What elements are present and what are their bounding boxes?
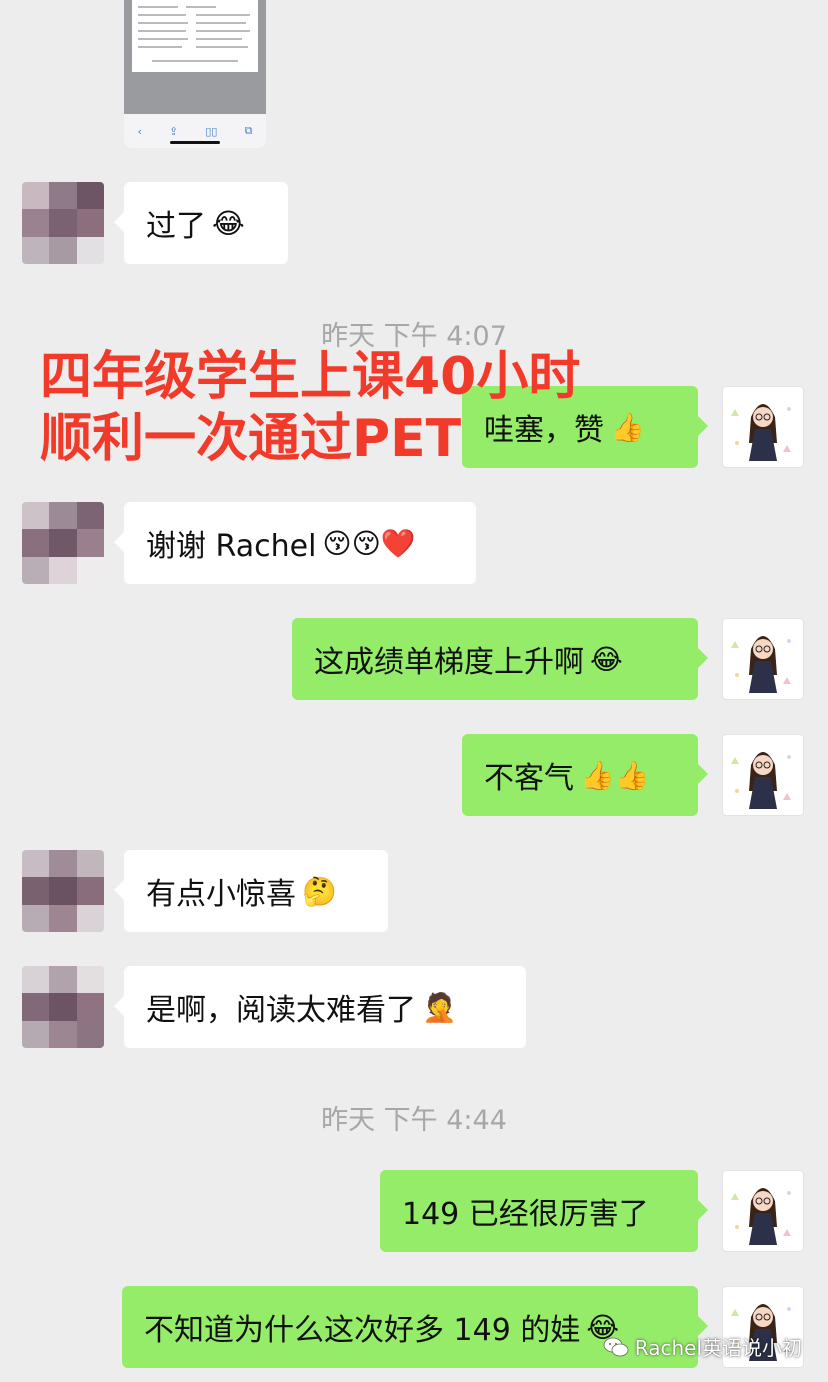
thumbs-up-emoji-icon: 👍 — [610, 410, 645, 444]
girl-avatar-icon — [731, 404, 791, 461]
contact-avatar[interactable] — [22, 182, 104, 264]
message-text: 是啊，阅读太难看了 — [146, 993, 416, 1028]
my-avatar[interactable] — [722, 1170, 804, 1252]
overlay-line-2: 顺利一次通过PET — [40, 409, 462, 469]
kissing-heart-emoji-icon: 😚😚❤️ — [322, 526, 416, 560]
message-text: 不客气 — [484, 761, 574, 796]
message-bubble[interactable]: 不客气 👍👍 — [462, 734, 708, 816]
facepalm-emoji-icon: 🤦 — [422, 990, 457, 1024]
message-text: 有点小惊喜 — [146, 877, 296, 912]
watermark: Rachel英语说小初 — [603, 1332, 802, 1361]
watermark-text: Rachel英语说小初 — [634, 1336, 802, 1360]
message-text: 这成绩单梯度上升啊 — [314, 645, 584, 680]
overlay-caption: 四年级学生上课40小时 顺利一次通过PET — [40, 346, 580, 470]
message-text: 过了 — [146, 209, 206, 244]
girl-avatar-icon — [731, 752, 791, 809]
contact-avatar[interactable] — [22, 850, 104, 932]
message-bubble[interactable]: 149 已经很厉害了 — [380, 1170, 708, 1252]
girl-avatar-icon — [731, 636, 791, 693]
contact-avatar[interactable] — [22, 502, 104, 584]
my-avatar[interactable] — [722, 734, 804, 816]
message-bubble[interactable]: 有点小惊喜 🤔 — [114, 850, 388, 932]
contact-avatar[interactable] — [22, 966, 104, 1048]
overlay-line-1: 四年级学生上课40小时 — [40, 347, 581, 407]
bookmarks-icon: ▯▯ — [205, 124, 218, 138]
message-text: 不知道为什么这次好多 149 的娃 — [144, 1313, 581, 1348]
message-bubble[interactable]: 过了 😂 — [114, 182, 288, 264]
wechat-icon — [603, 1337, 629, 1356]
message-text: 149 已经很厉害了 — [402, 1197, 649, 1232]
message-bubble[interactable]: 谢谢 Rachel 😚😚❤️ — [114, 502, 476, 584]
tabs-icon: ⧉ — [244, 124, 253, 137]
thumbs-up-emoji-icon: 👍👍 — [580, 758, 650, 792]
my-avatar[interactable] — [722, 618, 804, 700]
thinking-emoji-icon: 🤔 — [302, 874, 337, 908]
girl-avatar-icon — [731, 1188, 791, 1245]
home-indicator — [170, 141, 220, 144]
laughing-emoji-icon: 😂 — [212, 206, 245, 240]
message-text: 谢谢 Rachel — [146, 529, 317, 564]
message-bubble[interactable]: 是啊，阅读太难看了 🤦 — [114, 966, 526, 1048]
document-preview — [132, 0, 258, 72]
message-bubble[interactable]: 这成绩单梯度上升啊 😂 — [292, 618, 708, 700]
timestamp: 昨天 下午 4:44 — [321, 1105, 507, 1136]
share-icon: ⇪ — [169, 124, 179, 138]
laughing-emoji-icon: 😂 — [590, 642, 623, 676]
back-icon: ‹ — [137, 124, 142, 138]
shared-screenshot-image[interactable]: ‹ ⇪ ▯▯ ⧉ — [124, 0, 266, 148]
my-avatar[interactable] — [722, 386, 804, 468]
